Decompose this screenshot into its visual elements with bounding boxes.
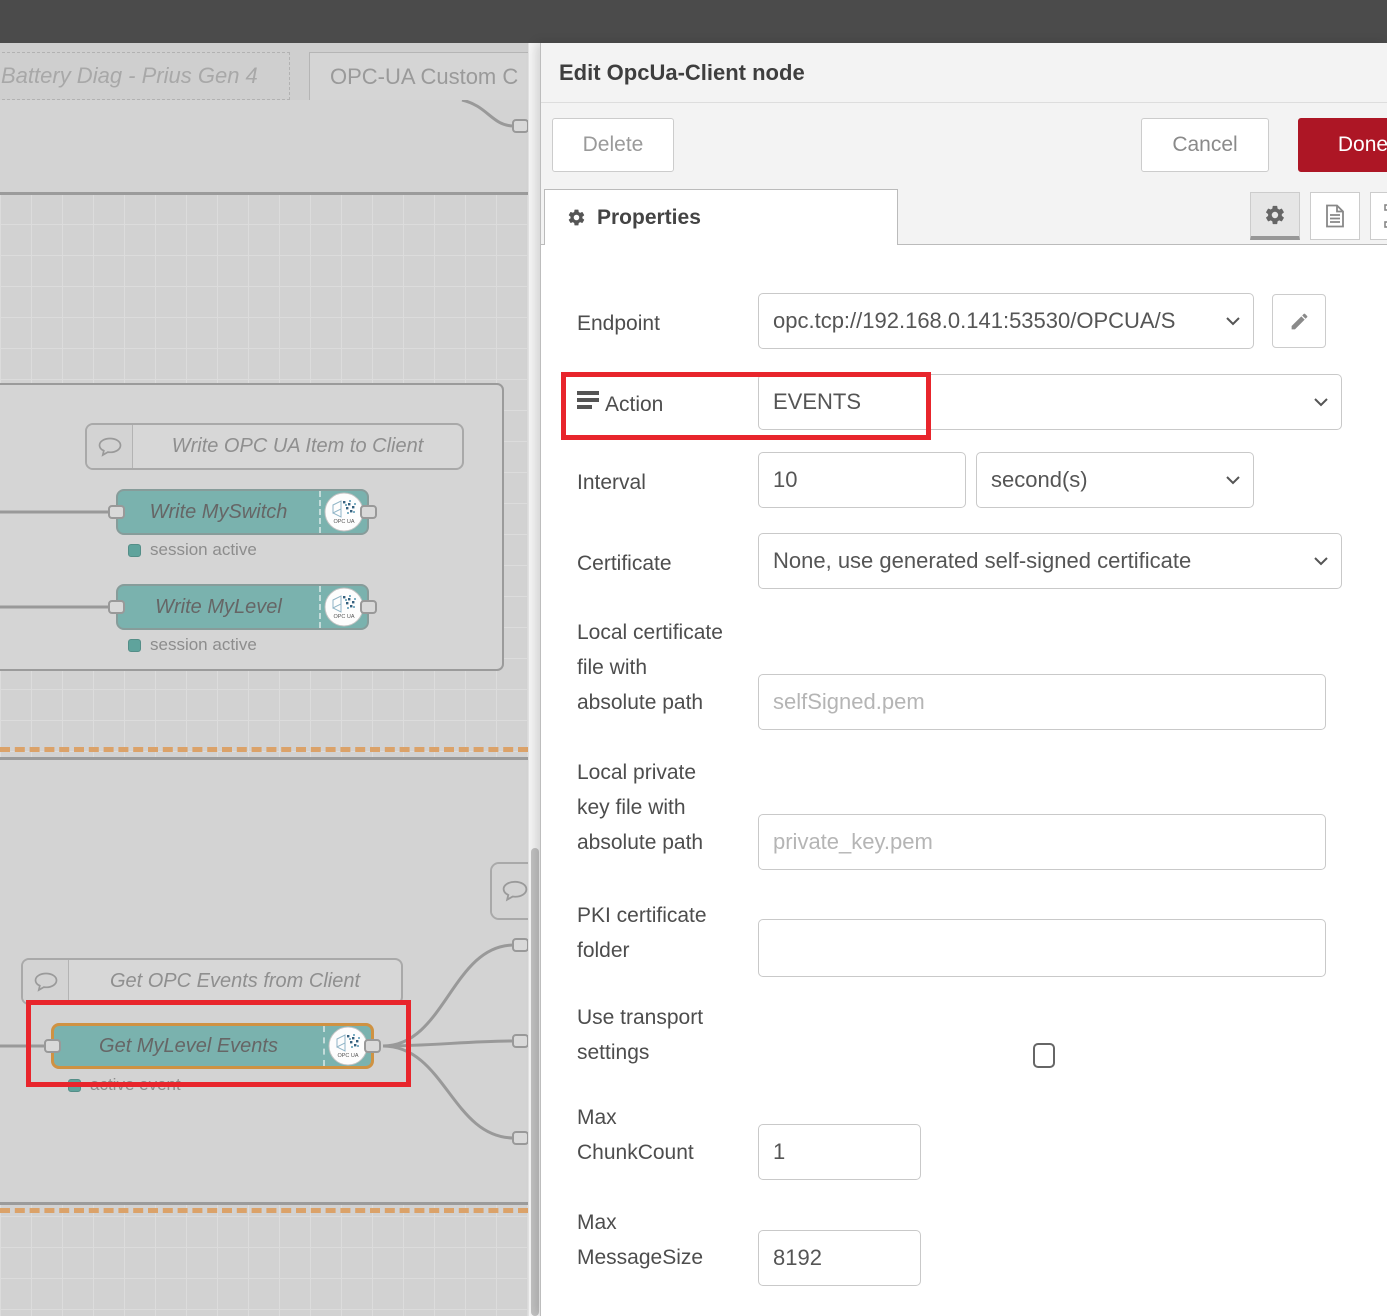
scrollbar-thumb[interactable] (531, 848, 539, 1316)
private-key-input[interactable] (758, 814, 1326, 870)
tab-properties-label: Properties (597, 206, 701, 230)
workspace-tabbar: Battery Diag - Prius Gen 4 OPC-UA Custom… (0, 43, 528, 100)
comment-bubble-icon (492, 864, 528, 918)
node-write-myswitch[interactable]: Write MySwitch OPC UA (116, 489, 369, 535)
annotation-box-node (26, 1000, 411, 1087)
node-port[interactable] (108, 600, 125, 614)
certificate-value: None, use generated self-signed certific… (773, 548, 1191, 574)
tray-tabrow: Properties (541, 183, 1387, 245)
status-dot-icon (128, 639, 141, 652)
node-port[interactable] (360, 505, 377, 519)
description-view-button[interactable] (1310, 192, 1360, 240)
gear-icon (567, 208, 586, 227)
transport-checkbox[interactable] (1033, 1043, 1055, 1068)
interval-unit-select[interactable]: second(s) (976, 452, 1254, 508)
node-label: Write MyLevel (118, 586, 319, 628)
document-icon (1324, 204, 1346, 228)
node-port[interactable] (512, 1034, 528, 1048)
comment-node-events[interactable]: Get OPC Events from Client (21, 958, 403, 1005)
upper-group-region (0, 100, 528, 195)
cancel-button[interactable]: Cancel (1141, 118, 1269, 172)
annotation-box-action (561, 372, 931, 440)
transport-label: Use transport settings (577, 1000, 703, 1070)
tab-opcua-custom[interactable]: OPC-UA Custom C (309, 52, 528, 100)
node-port[interactable] (360, 600, 377, 614)
status-text: session active (150, 540, 257, 560)
pki-input[interactable] (758, 919, 1326, 977)
node-port[interactable] (512, 119, 528, 133)
pencil-icon (1289, 311, 1310, 332)
comment-label: Get OPC Events from Client (69, 960, 401, 1003)
selected-group-dashed-border-bottom (0, 1208, 528, 1213)
node-port[interactable] (512, 1131, 528, 1145)
private-key-label: Local private key file with absolute pat… (577, 755, 703, 860)
node-status: session active (128, 540, 257, 560)
node-write-mylevel[interactable]: Write MyLevel OPC UA (116, 584, 369, 630)
app-header-bar (0, 0, 1387, 43)
msgsize-input[interactable] (758, 1230, 921, 1286)
comment-node-partial[interactable] (490, 862, 528, 920)
chevron-down-icon (1225, 316, 1241, 326)
flow-canvas[interactable]: Battery Diag - Prius Gen 4 OPC-UA Custom… (0, 43, 528, 1316)
workspace-grid[interactable]: Write OPC UA Item to Client Write MySwit… (0, 100, 528, 1316)
selected-group-dashed-border-top (0, 747, 528, 752)
status-text: session active (150, 635, 257, 655)
edit-tray: Edit OpcUa-Client node Delete Cancel Don… (540, 43, 1387, 1316)
comment-label: Write OPC UA Item to Client (133, 425, 462, 468)
msgsize-label: Max MessageSize (577, 1205, 703, 1275)
local-cert-label: Local certificate file with absolute pat… (577, 615, 723, 720)
interval-input[interactable] (758, 452, 966, 508)
tray-toolbar: Delete Cancel Done (541, 103, 1387, 183)
chunk-input[interactable] (758, 1124, 921, 1180)
node-status: session active (128, 635, 257, 655)
opcua-badge-label: OPC UA (333, 614, 354, 620)
chevron-down-icon (1313, 556, 1329, 566)
node-appearance-icon (1383, 203, 1387, 229)
properties-view-button[interactable] (1250, 192, 1300, 240)
comment-node-write[interactable]: Write OPC UA Item to Client (85, 423, 464, 470)
tab-battery-diag[interactable]: Battery Diag - Prius Gen 4 (0, 52, 290, 100)
done-button[interactable]: Done (1298, 118, 1387, 172)
tab-opcua-custom-label: OPC-UA Custom C (330, 64, 518, 90)
tray-title: Edit OpcUa-Client node (559, 60, 805, 86)
chevron-down-icon (1313, 397, 1329, 407)
interval-unit-value: second(s) (991, 467, 1088, 493)
node-port[interactable] (108, 505, 125, 519)
status-dot-icon (128, 544, 141, 557)
tab-properties[interactable]: Properties (544, 189, 898, 245)
appearance-view-button[interactable] (1370, 192, 1387, 240)
local-cert-input[interactable] (758, 674, 1326, 730)
endpoint-value: opc.tcp://192.168.0.141:53530/OPCUA/S (773, 308, 1175, 334)
comment-bubble-icon (87, 425, 133, 468)
certificate-label: Certificate (577, 546, 672, 581)
pki-label: PKI certificate folder (577, 898, 707, 968)
delete-button[interactable]: Delete (552, 118, 674, 172)
endpoint-select[interactable]: opc.tcp://192.168.0.141:53530/OPCUA/S (758, 293, 1254, 349)
comment-bubble-icon (23, 960, 69, 1003)
chunk-label: Max ChunkCount (577, 1100, 694, 1170)
certificate-select[interactable]: None, use generated self-signed certific… (758, 533, 1342, 589)
endpoint-label: Endpoint (577, 306, 660, 341)
chevron-down-icon (1225, 475, 1241, 485)
tray-scrollbar[interactable] (528, 43, 540, 1316)
edit-endpoint-button[interactable] (1272, 294, 1326, 348)
interval-label: Interval (577, 465, 646, 500)
tray-header: Edit OpcUa-Client node (541, 43, 1387, 103)
opcua-badge-label: OPC UA (333, 519, 354, 525)
gear-icon (1264, 204, 1286, 226)
node-port[interactable] (512, 938, 528, 952)
node-label: Write MySwitch (118, 491, 319, 533)
tab-battery-diag-label: Battery Diag - Prius Gen 4 (1, 63, 258, 89)
